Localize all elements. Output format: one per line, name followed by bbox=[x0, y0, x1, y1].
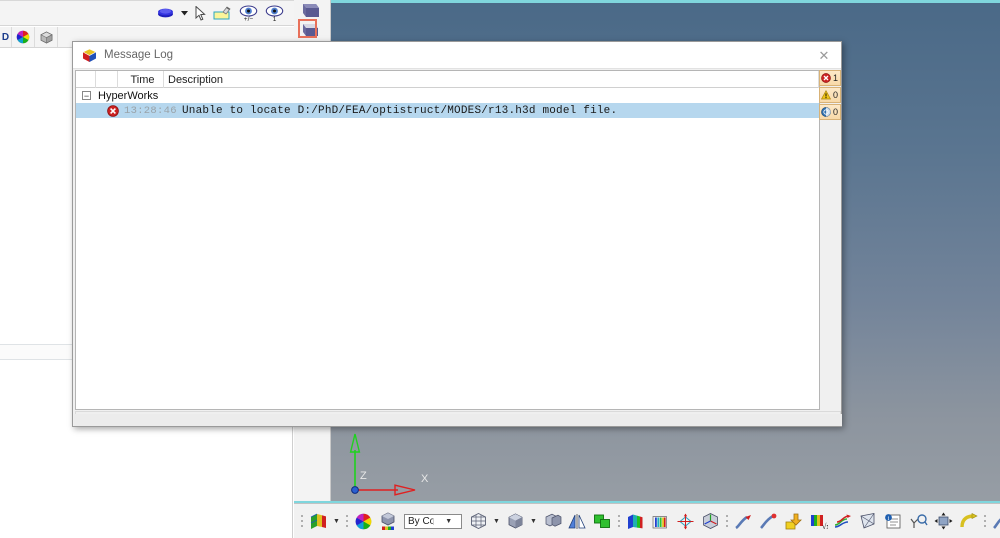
component-select-value: By Comp bbox=[408, 515, 433, 527]
column-header-blank-1[interactable] bbox=[76, 71, 96, 88]
gradient-bar-icon[interactable] bbox=[624, 509, 646, 533]
warning-count: 0 bbox=[833, 90, 839, 100]
axis-triad: Z X bbox=[343, 428, 433, 506]
log-group-label: HyperWorks bbox=[98, 89, 159, 102]
wireframe-cube-icon[interactable] bbox=[467, 509, 489, 533]
eye-single-icon[interactable]: 1 bbox=[265, 4, 284, 22]
highlight-note-icon[interactable] bbox=[213, 5, 232, 21]
message-time: 13:28:46 bbox=[124, 104, 177, 117]
dropdown-caret-icon[interactable] bbox=[181, 10, 188, 16]
wireframe-dropdown-caret-icon[interactable]: ▼ bbox=[492, 509, 501, 533]
warning-icon bbox=[821, 90, 831, 100]
info-count: 0 bbox=[833, 107, 839, 117]
eye-toggle-icon[interactable]: +/− bbox=[239, 4, 258, 22]
table-header-row: Time Description bbox=[76, 71, 819, 88]
green-squares-icon[interactable] bbox=[591, 509, 613, 533]
toolbar-grip-4[interactable] bbox=[724, 511, 729, 531]
streamline-icon[interactable] bbox=[832, 509, 854, 533]
mirror-icon[interactable] bbox=[566, 509, 588, 533]
vector-plot-icon[interactable] bbox=[732, 509, 754, 533]
math-legend-icon[interactable]: √x bbox=[807, 509, 829, 533]
table-row[interactable]: 13:28:46 Unable to locate D:/PhD/FEA/opt… bbox=[76, 103, 819, 118]
legend-cube-icon[interactable] bbox=[377, 509, 399, 533]
layer-blue-icon[interactable] bbox=[157, 6, 174, 20]
error-count: 1 bbox=[833, 73, 839, 83]
hyperworks-logo-icon bbox=[82, 48, 97, 63]
bottom-toolbar: ▼ By Comp bbox=[294, 503, 1000, 538]
info-counter[interactable]: 0 bbox=[819, 104, 841, 120]
application-root: +/− 1 D Z X ▼ By Co ▼ ▼ ▼ √ i Message Lo… bbox=[0, 0, 1000, 538]
left-toolbar-top: +/− 1 bbox=[0, 0, 294, 26]
bend-arrow-icon[interactable] bbox=[957, 509, 979, 533]
info-icon bbox=[821, 107, 831, 117]
severity-counter-panel: 1 0 0 bbox=[819, 70, 841, 121]
page-thumbnail-selection-outline bbox=[298, 19, 317, 38]
message-log-dialog[interactable]: Message Log ✕ Time Description − HyperWo… bbox=[72, 41, 842, 427]
shaded-cube-icon[interactable] bbox=[504, 509, 526, 533]
column-header-blank-2[interactable] bbox=[96, 71, 118, 88]
contour-dropdown-caret-icon[interactable]: ▼ bbox=[332, 509, 341, 533]
color-wheel-icon[interactable] bbox=[12, 27, 35, 47]
column-header-time[interactable]: Time bbox=[118, 71, 164, 88]
axis-cube-icon[interactable] bbox=[699, 509, 721, 533]
cursor-arrow-icon[interactable] bbox=[195, 5, 206, 21]
shaded-dropdown-caret-icon[interactable]: ▼ bbox=[529, 509, 538, 533]
axis-label-z: Z bbox=[360, 470, 367, 482]
svg-text:+/−: +/− bbox=[244, 16, 254, 22]
panel-partial-label: D bbox=[0, 27, 12, 47]
message-log-table[interactable]: Time Description − HyperWorks 13:28:46 U… bbox=[75, 70, 820, 410]
close-icon[interactable]: ✕ bbox=[811, 45, 837, 66]
dialog-bottom-strip bbox=[74, 414, 842, 426]
toolbar-grip-3[interactable] bbox=[616, 511, 621, 531]
left-toolbar-icon-group: +/− 1 bbox=[157, 2, 284, 24]
expand-arrows-icon[interactable] bbox=[674, 509, 696, 533]
error-counter[interactable]: 1 bbox=[819, 70, 841, 86]
color-wheel-icon[interactable] bbox=[352, 509, 374, 533]
log-group-row-hyperworks[interactable]: − HyperWorks bbox=[76, 88, 819, 103]
toolbar-grip-5[interactable] bbox=[982, 511, 987, 531]
deformed-shape-icon[interactable] bbox=[757, 509, 779, 533]
toolbar-grip[interactable] bbox=[299, 511, 304, 531]
dialog-title-bar[interactable]: Message Log ✕ bbox=[73, 42, 841, 69]
derived-result-icon[interactable]: x bbox=[990, 509, 1000, 533]
viewport-accent-line bbox=[331, 0, 1000, 3]
collapse-expander-icon[interactable]: − bbox=[82, 91, 91, 100]
dialog-title-text: Message Log bbox=[104, 49, 174, 61]
column-header-description[interactable]: Description bbox=[164, 71, 819, 88]
message-description: Unable to locate D:/PhD/FEA/optistruct/M… bbox=[182, 104, 618, 117]
section-cut-icon[interactable] bbox=[857, 509, 879, 533]
gray-cube-icon[interactable] bbox=[35, 27, 58, 47]
error-icon bbox=[821, 73, 831, 83]
exploded-cube-icon[interactable] bbox=[541, 509, 563, 533]
contour-plot-icon[interactable] bbox=[307, 509, 329, 533]
dialog-body: Time Description − HyperWorks 13:28:46 U… bbox=[74, 70, 842, 426]
page-thumbnail-1[interactable] bbox=[300, 2, 322, 20]
info-page-icon[interactable]: i bbox=[882, 509, 904, 533]
toolbar-divider bbox=[0, 0, 294, 1]
axis-label-x: X bbox=[421, 473, 429, 485]
contour-stripes-icon[interactable] bbox=[649, 509, 671, 533]
import-down-arrow-icon[interactable] bbox=[782, 509, 804, 533]
error-icon bbox=[105, 104, 121, 117]
component-select[interactable]: By Comp ▼ bbox=[404, 513, 462, 529]
warning-counter[interactable]: 0 bbox=[819, 87, 841, 103]
move-arrows-icon[interactable] bbox=[932, 509, 954, 533]
toolbar-grip-2[interactable] bbox=[344, 511, 349, 531]
chevron-down-icon[interactable]: ▼ bbox=[432, 517, 462, 525]
svg-text:√x: √x bbox=[822, 522, 828, 530]
magnifier-icon[interactable] bbox=[907, 509, 929, 533]
svg-text:1: 1 bbox=[273, 16, 277, 22]
